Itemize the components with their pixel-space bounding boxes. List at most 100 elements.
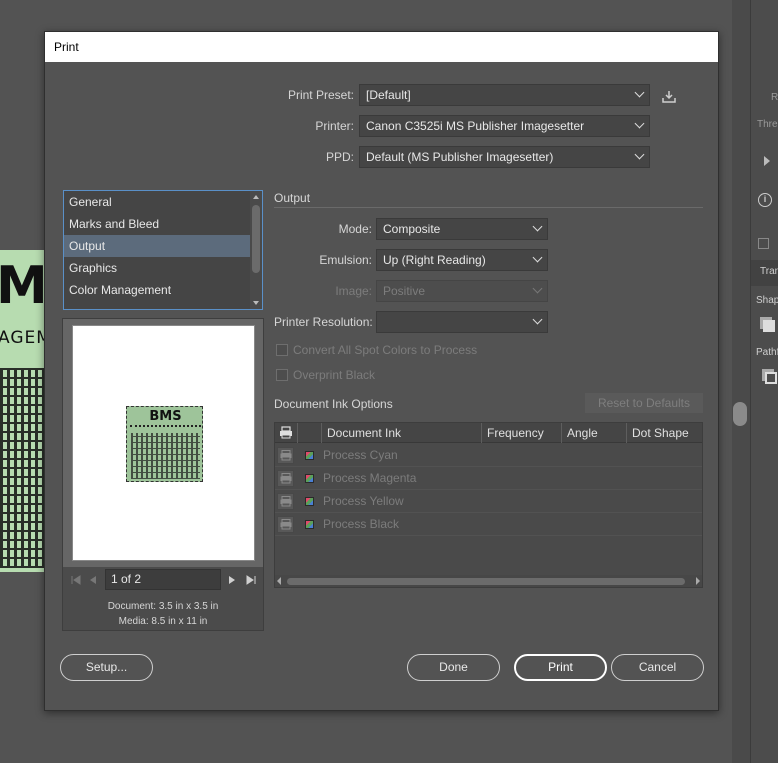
- last-page-icon[interactable]: [245, 574, 257, 586]
- scroll-up-icon[interactable]: [253, 195, 259, 199]
- unite-shape-icon[interactable]: [763, 320, 775, 332]
- ink-row-cyan[interactable]: Process Cyan: [275, 444, 702, 467]
- ppd-value: Default (MS Publisher Imagesetter): [366, 150, 554, 164]
- canvas-scroll-thumb[interactable]: [733, 402, 747, 426]
- panel-label: Shap: [756, 295, 778, 306]
- ink-swatch-icon: [305, 520, 314, 529]
- chevron-down-icon: [532, 283, 543, 294]
- artwork-circuit: [131, 433, 200, 479]
- print-dialog: Print Print Preset: [Default] Printer: C…: [44, 31, 719, 711]
- image-value: Positive: [383, 284, 426, 298]
- ink-row-magenta[interactable]: Process Magenta: [275, 467, 702, 490]
- page-navigation: 1 of 2: [63, 569, 263, 591]
- ink-table: Document Ink Frequency Angle Dot Shape P…: [274, 422, 703, 588]
- category-graphics[interactable]: Graphics: [64, 257, 250, 279]
- artboard-letter: M: [0, 256, 46, 316]
- emulsion-label: Emulsion:: [319, 253, 372, 267]
- image-select[interactable]: Positive: [376, 280, 548, 302]
- output-section-title: Output: [274, 191, 311, 205]
- scroll-left-icon[interactable]: [277, 577, 281, 585]
- column-angle[interactable]: Angle: [561, 423, 627, 443]
- done-button[interactable]: Done: [407, 654, 500, 681]
- print-preset-select[interactable]: [Default]: [359, 84, 650, 106]
- panel-label: R: [771, 92, 778, 103]
- ppd-select[interactable]: Default (MS Publisher Imagesetter): [359, 146, 650, 168]
- print-button[interactable]: Print: [514, 654, 607, 681]
- document-size-info: Document: 3.5 in x 3.5 in: [63, 601, 263, 612]
- save-preset-icon[interactable]: [662, 90, 676, 104]
- emulsion-value: Up (Right Reading): [383, 253, 486, 267]
- printer-icon: [280, 496, 292, 507]
- mode-select[interactable]: Composite: [376, 218, 548, 240]
- chevron-down-icon: [634, 149, 645, 160]
- chevron-down-icon: [532, 221, 543, 232]
- printer-resolution-label: Printer Resolution:: [274, 315, 373, 329]
- convert-spot-colors-checkbox[interactable]: Convert All Spot Colors to Process: [276, 343, 477, 359]
- ink-row-black[interactable]: Process Black: [275, 513, 702, 536]
- scroll-down-icon[interactable]: [253, 301, 259, 305]
- column-frequency[interactable]: Frequency: [481, 423, 562, 443]
- printer-value: Canon C3525i MS Publisher Imagesetter: [366, 119, 585, 133]
- properties-panel: R Thre i Tran Shap Pathf: [750, 0, 778, 763]
- ink-row-yellow[interactable]: Process Yellow: [275, 490, 702, 513]
- checkbox-box[interactable]: [276, 369, 288, 381]
- scroll-thumb[interactable]: [252, 205, 260, 273]
- expand-arrow-icon[interactable]: [764, 156, 770, 166]
- page-indicator[interactable]: 1 of 2: [105, 569, 221, 590]
- cancel-button[interactable]: Cancel: [611, 654, 704, 681]
- chevron-down-icon: [634, 87, 645, 98]
- previous-page-icon[interactable]: [87, 574, 99, 586]
- panel-checkbox[interactable]: [758, 238, 769, 249]
- ink-name: Process Black: [323, 517, 400, 531]
- document-size: 3.5 in x 3.5 in: [158, 601, 219, 612]
- print-ink-toggle[interactable]: [277, 516, 294, 533]
- emulsion-select[interactable]: Up (Right Reading): [376, 249, 548, 271]
- background-artboard: M AGEM: [0, 250, 46, 572]
- category-scrollbar[interactable]: [250, 191, 262, 309]
- print-ink-toggle[interactable]: [277, 470, 294, 487]
- preview-artwork[interactable]: BMS: [126, 406, 203, 482]
- overprint-black-checkbox[interactable]: Overprint Black: [276, 368, 375, 384]
- next-page-icon[interactable]: [226, 574, 238, 586]
- panel-label: Tran: [760, 266, 778, 277]
- printer-icon: [280, 426, 292, 439]
- info-icon[interactable]: i: [758, 193, 772, 207]
- convert-spot-colors-label: Convert All Spot Colors to Process: [293, 343, 478, 357]
- media-label: Media:: [118, 616, 149, 627]
- reset-to-defaults-button[interactable]: Reset to Defaults: [585, 393, 703, 413]
- overprint-black-label: Overprint Black: [293, 368, 376, 382]
- ink-name: Process Magenta: [323, 471, 417, 485]
- printer-label: Printer:: [315, 119, 354, 133]
- ink-table-header: Document Ink Frequency Angle Dot Shape: [275, 423, 702, 443]
- artboard-text: AGEM: [0, 328, 46, 348]
- swatch-column-header: [297, 423, 321, 443]
- first-page-icon[interactable]: [70, 574, 82, 586]
- printer-resolution-select[interactable]: [376, 311, 548, 333]
- preview-page: BMS: [72, 325, 255, 561]
- ppd-label: PPD:: [325, 150, 354, 164]
- printer-select[interactable]: Canon C3525i MS Publisher Imagesetter: [359, 115, 650, 137]
- dialog-title: Print: [45, 32, 718, 62]
- setup-button[interactable]: Setup...: [60, 654, 153, 681]
- checkbox-box[interactable]: [276, 344, 288, 356]
- artboard-circuit-art: [0, 368, 46, 568]
- scroll-thumb[interactable]: [287, 578, 685, 585]
- column-document-ink[interactable]: Document Ink: [321, 423, 483, 443]
- ink-name: Process Yellow: [323, 494, 404, 508]
- category-color-management[interactable]: Color Management: [64, 279, 250, 301]
- print-ink-toggle[interactable]: [277, 447, 294, 464]
- printer-icon: [280, 473, 292, 484]
- ink-swatch-icon: [305, 497, 314, 506]
- category-marks-and-bleed[interactable]: Marks and Bleed: [64, 213, 250, 235]
- ink-table-scrollbar[interactable]: [275, 575, 702, 587]
- canvas-scrollbar[interactable]: [732, 0, 750, 763]
- scroll-right-icon[interactable]: [696, 577, 700, 585]
- category-output[interactable]: Output: [64, 235, 250, 257]
- category-general[interactable]: General: [64, 191, 250, 213]
- artwork-title: BMS: [149, 409, 182, 424]
- column-dot-shape[interactable]: Dot Shape: [626, 423, 702, 443]
- divide-icon[interactable]: [765, 372, 777, 384]
- ink-swatch-icon: [305, 451, 314, 460]
- print-preview-panel: BMS 1 of 2 Document: 3.5 in x 3.5 in Med…: [62, 318, 264, 631]
- print-ink-toggle[interactable]: [277, 493, 294, 510]
